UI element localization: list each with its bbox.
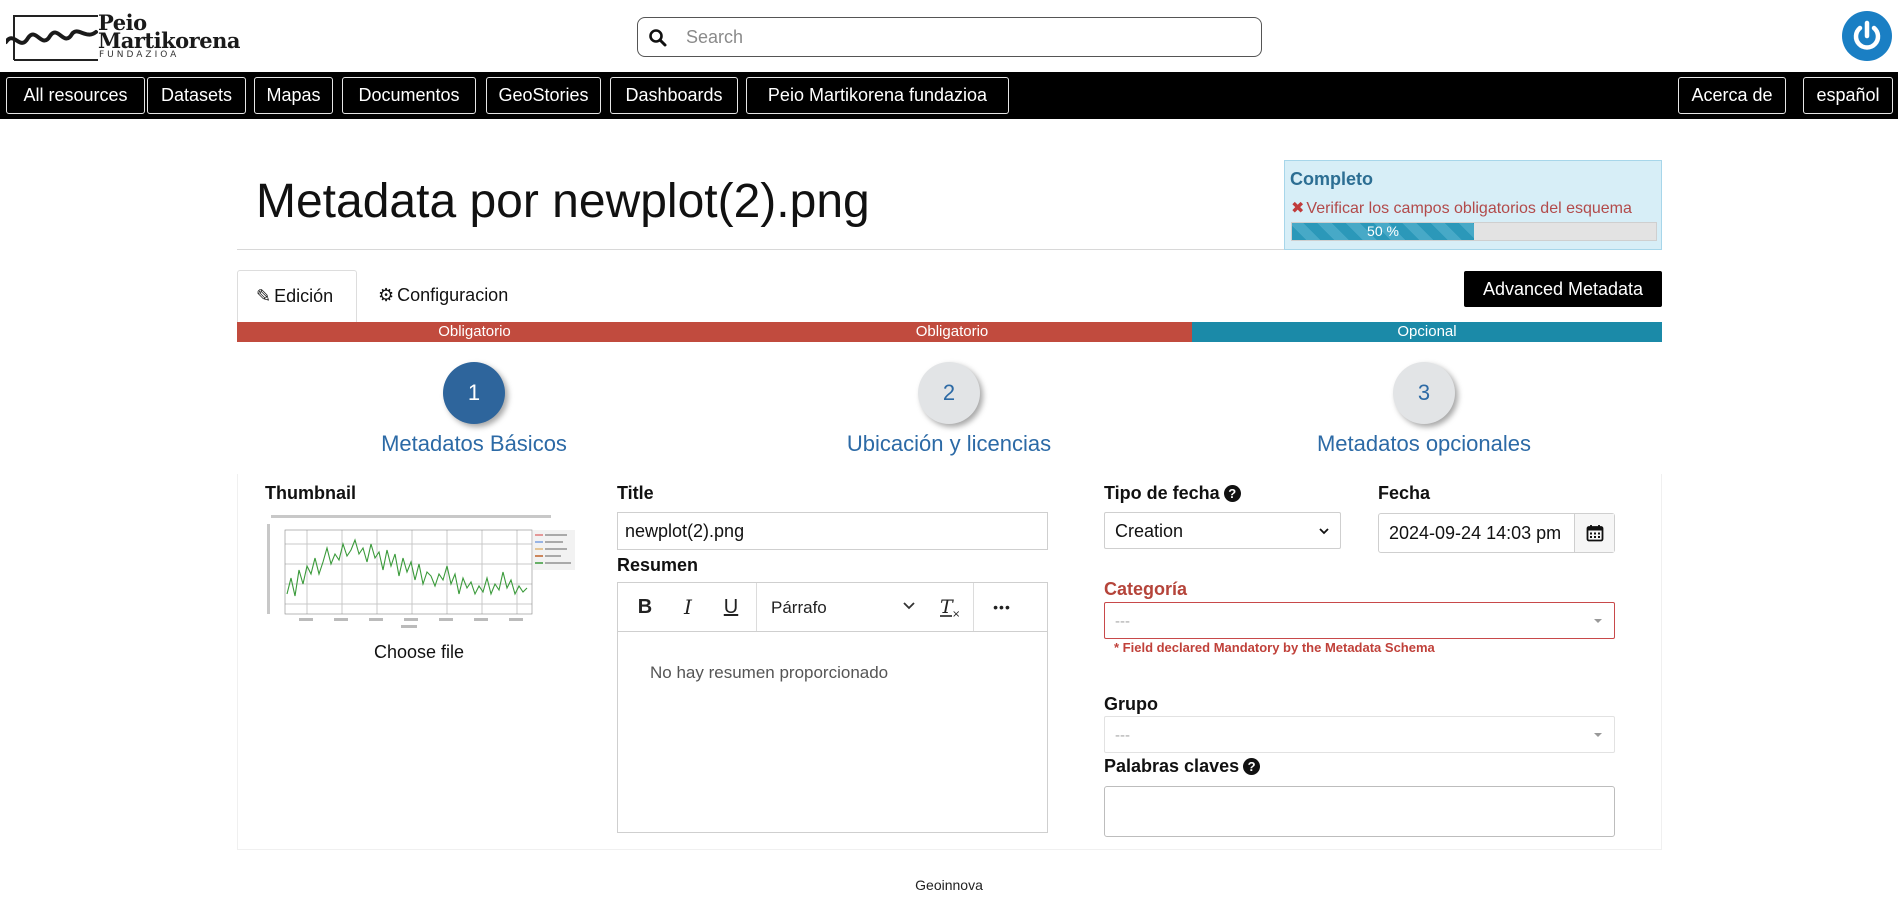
editor-toolbar: B I U Párrafo T × ••• [618,583,1047,632]
nav-documentos[interactable]: Documentos [342,77,476,114]
step-progress-bar: Obligatorio Obligatorio Opcional [237,322,1662,342]
close-icon: ✖ [1291,200,1305,217]
chevron-down-icon [1594,619,1602,623]
nav-mapas[interactable]: Mapas [254,77,333,114]
chevron-down-icon [1594,733,1602,737]
category-select[interactable]: --- [1104,602,1615,639]
language-selector[interactable]: español [1803,77,1893,114]
clear-format-button[interactable]: T × [934,591,966,623]
keywords-input[interactable] [1104,786,1615,837]
gear-icon: ⚙ [378,285,395,305]
date-type-value: Creation [1115,521,1184,541]
title-input[interactable] [617,512,1048,550]
completeness-error-text: Verificar los campos obligatorios del es… [1306,200,1632,217]
top-header: Peio Martikorena FUNDAZIOA [0,0,1898,72]
nav-datasets[interactable]: Datasets [147,77,246,114]
toolbar-separator [756,583,757,631]
help-icon[interactable]: ? [1243,758,1261,775]
mandatory-field-note: * Field declared Mandatory by the Metada… [1114,640,1435,655]
date-type-select[interactable]: Creation [1104,512,1341,549]
thumbnail-image[interactable] [267,514,577,632]
paragraph-format-select[interactable]: Párrafo [771,598,827,618]
step-bar-segment-3: Opcional [1192,322,1662,342]
date-value: 2024-09-24 14:03 pm [1389,523,1562,543]
help-icon[interactable]: ? [1223,485,1241,502]
logo-mark-icon [6,15,98,61]
thumbnail-label: Thumbnail [265,483,356,503]
nav-acerca-de[interactable]: Acerca de [1678,77,1786,114]
calendar-icon [1586,525,1604,542]
step-2-circle[interactable]: 2 [918,362,980,424]
logo-line-3: FUNDAZIOA [99,50,180,60]
calendar-button[interactable] [1574,514,1614,552]
search-icon[interactable] [648,28,668,48]
tab-edicion[interactable]: ✎ Edición [237,270,357,322]
category-label: Categoría [1104,579,1188,599]
completeness-progress: 50 % [1291,222,1657,241]
group-select[interactable]: --- [1104,716,1615,753]
nav-geostories[interactable]: GeoStories [486,77,601,114]
nav-dashboards[interactable]: Dashboards [610,77,738,114]
tab-configuracion[interactable]: ⚙ Configuracion [360,270,526,322]
nav-peio-fundazioa[interactable]: Peio Martikorena fundazioa [746,77,1009,114]
completeness-panel: Completo ✖ Verificar los campos obligator… [1284,160,1662,250]
tab-edicion-label: Edición [274,286,334,306]
choose-file-button[interactable]: Choose file [374,642,464,663]
italic-button[interactable]: I [672,591,704,623]
toolbar-separator [973,583,974,631]
title-label: Title [617,483,654,503]
clear-format-icon: T × [940,596,960,620]
keywords-label-text: Palabras claves [1104,756,1240,776]
date-type-label-text: Tipo de fecha [1104,483,1220,503]
search-box [637,17,1262,57]
chevron-down-icon [1319,528,1329,535]
tab-configuracion-label: Configuracion [397,285,509,305]
site-logo[interactable]: Peio Martikorena FUNDAZIOA [6,10,240,64]
group-label: Grupo [1104,694,1158,714]
step-3-label[interactable]: Metadatos opcionales [1244,431,1604,457]
step-bar-segment-2: Obligatorio [712,322,1192,342]
completeness-title: Completo [1290,169,1373,189]
abstract-label: Resumen [617,555,699,575]
power-icon [1853,20,1881,50]
group-value: --- [1115,727,1130,744]
nav-all-resources[interactable]: All resources [6,77,145,114]
keywords-label: Palabras claves? [1104,756,1261,777]
step-1-label[interactable]: Metadatos Básicos [294,431,654,457]
svg-text:×: × [952,609,960,619]
advanced-metadata-button[interactable]: Advanced Metadata [1464,271,1662,307]
abstract-placeholder[interactable]: No hay resumen proporcionado [650,663,888,683]
main-nav: All resources Datasets Mapas Documentos … [0,72,1898,119]
thumbnail-chart-image [267,514,577,632]
step-bar-segment-1: Obligatorio [237,322,712,342]
chevron-down-icon[interactable] [901,597,917,613]
date-label: Fecha [1378,483,1431,503]
step-2-label[interactable]: Ubicación y licencias [769,431,1129,457]
progress-fill: 50 % [1292,223,1474,240]
step-3-circle[interactable]: 3 [1393,362,1455,424]
search-input[interactable] [686,24,1246,50]
page-title: Metadata por newplot(2).png [256,175,870,228]
pencil-icon: ✎ [256,286,272,306]
category-value: --- [1115,613,1130,630]
account-menu-button[interactable] [1842,11,1892,61]
more-options-button[interactable]: ••• [986,591,1018,623]
completeness-error[interactable]: ✖ Verificar los campos obligatorios del e… [1291,198,1632,218]
underline-button[interactable]: U [715,591,747,623]
date-picker[interactable]: 2024-09-24 14:03 pm [1378,513,1615,553]
footer-text: Geoinnova [915,877,983,893]
date-type-label: Tipo de fecha? [1104,483,1241,504]
abstract-editor: B I U Párrafo T × ••• No hay resumen pro… [617,582,1048,833]
bold-button[interactable]: B [629,591,661,623]
step-1-circle[interactable]: 1 [443,362,505,424]
